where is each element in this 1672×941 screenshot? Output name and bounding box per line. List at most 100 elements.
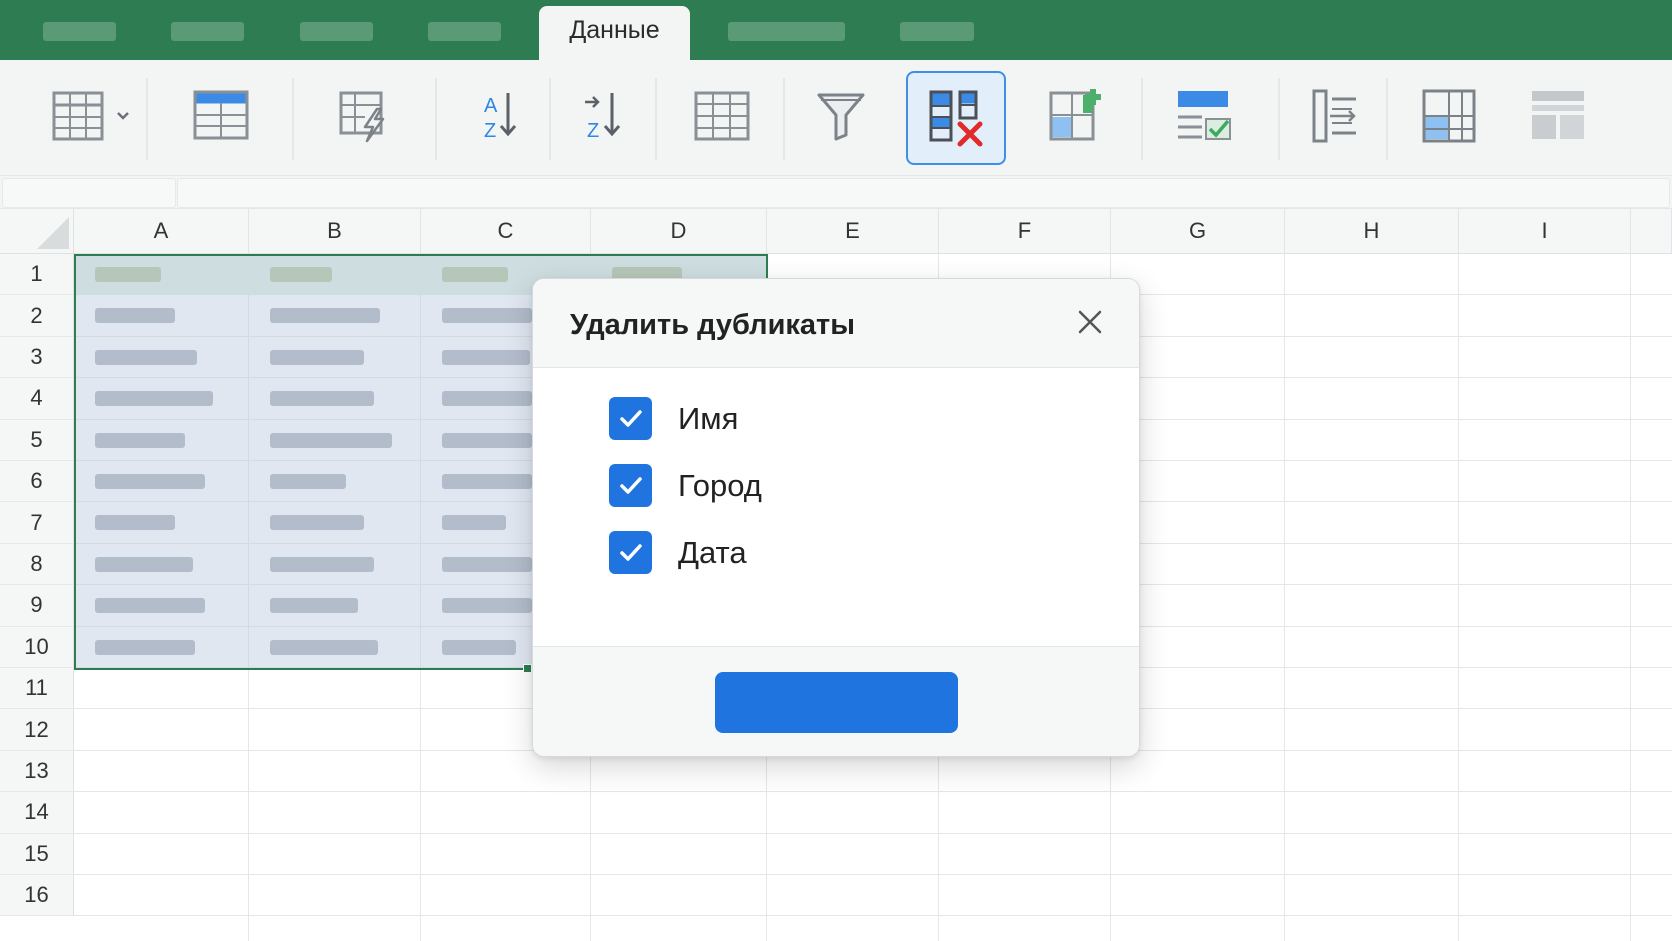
checkbox-date[interactable] (609, 531, 652, 574)
column-header[interactable]: E (767, 209, 939, 254)
checkmark-icon (619, 543, 642, 561)
remove-duplicates-icon (929, 90, 983, 147)
sort-za-icon: Z (585, 93, 621, 142)
table-header-icon (193, 90, 249, 140)
remove-duplicates-button[interactable] (906, 71, 1006, 165)
row-header[interactable]: 2 (0, 295, 74, 337)
tab-placeholder[interactable] (171, 22, 244, 41)
cell-content-placeholder (95, 432, 185, 448)
filter-button[interactable] (806, 70, 876, 160)
row-header[interactable]: 6 (0, 461, 74, 503)
row-header[interactable]: 11 (0, 668, 74, 710)
formula-input[interactable] (177, 178, 1670, 208)
column-option-label: Имя (678, 400, 739, 436)
row-header[interactable]: 3 (0, 336, 74, 379)
ribbon-separator (435, 78, 437, 160)
column-option[interactable]: Город (609, 463, 762, 508)
column-header[interactable]: A (74, 209, 249, 254)
column-option-label: Дата (678, 534, 747, 570)
cell-content-placeholder (95, 598, 205, 614)
column-gridline (1630, 254, 1631, 941)
column-gridline (1458, 254, 1459, 941)
close-button[interactable] (1073, 305, 1107, 339)
table-icon (52, 91, 129, 141)
row-header[interactable]: 14 (0, 792, 74, 834)
row-header[interactable]: 13 (0, 750, 74, 793)
tab-placeholder[interactable] (300, 22, 373, 41)
sort-az-icon: A Z (484, 93, 517, 142)
column-option[interactable]: Имя (609, 396, 738, 441)
ribbon-separator (146, 78, 148, 160)
row-header[interactable]: 16 (0, 875, 74, 917)
checkbox-city[interactable] (609, 464, 652, 507)
checkmark-icon (619, 476, 642, 494)
cell-content-placeholder (95, 639, 195, 655)
formula-bar (0, 175, 1672, 209)
cell-content-placeholder (270, 391, 374, 407)
tab-placeholder[interactable] (900, 22, 974, 41)
column-header[interactable]: D (591, 209, 767, 254)
cell-content-placeholder (442, 391, 532, 407)
group-button[interactable] (1523, 70, 1593, 160)
sort-ascending-button[interactable]: A Z (464, 70, 534, 160)
tab-placeholder[interactable] (428, 22, 501, 41)
row-header[interactable]: 1 (0, 254, 74, 296)
text-to-columns-button[interactable] (1299, 70, 1369, 160)
column-gridline (1284, 254, 1285, 941)
ok-button[interactable] (715, 672, 958, 733)
tab-data[interactable]: Данные (539, 6, 1209, 60)
text-to-columns-icon (1312, 89, 1356, 143)
data-validation-button[interactable] (1170, 70, 1240, 160)
tab-placeholder[interactable] (728, 22, 845, 41)
column-header[interactable]: C (421, 209, 591, 254)
cell-content-placeholder (442, 267, 508, 282)
row-header[interactable]: 5 (0, 419, 74, 461)
dialog-header: Удалить дубликаты (533, 279, 1139, 368)
cell-content-placeholder (442, 639, 516, 655)
cell-content-placeholder (95, 474, 205, 489)
consolidate-button[interactable] (1043, 70, 1113, 160)
row-header[interactable]: 10 (0, 626, 74, 668)
cell-content-placeholder (95, 556, 193, 572)
column-header[interactable]: H (1285, 209, 1459, 254)
what-if-analysis-button[interactable] (1413, 70, 1483, 160)
column-header-overflow (1631, 209, 1672, 254)
remove-duplicates-dialog: Удалить дубликаты Имя Город Дата (532, 278, 1140, 757)
ribbon-toolbar: A Z Z (0, 60, 1672, 175)
row-header[interactable]: 7 (0, 502, 74, 544)
column-header[interactable]: G (1111, 209, 1285, 254)
checkbox-name[interactable] (609, 397, 652, 440)
validation-icon (1178, 91, 1231, 140)
column-option[interactable]: Дата (609, 530, 747, 575)
cell-content-placeholder (270, 598, 358, 614)
select-all-corner[interactable] (0, 209, 74, 254)
tab-placeholder[interactable] (43, 22, 116, 41)
dialog-title: Удалить дубликаты (570, 309, 856, 341)
row-header[interactable]: 9 (0, 585, 74, 627)
sort-descending-button[interactable]: Z (568, 70, 638, 160)
flash-fill-icon (339, 91, 385, 143)
row-header[interactable]: 12 (0, 709, 74, 751)
cell-content-placeholder (442, 556, 532, 572)
data-table-button[interactable] (686, 70, 756, 160)
row-header[interactable]: 4 (0, 378, 74, 420)
row-header[interactable]: 15 (0, 833, 74, 875)
table-header-button[interactable] (185, 70, 255, 160)
column-header[interactable]: F (939, 209, 1111, 254)
flash-fill-button[interactable] (330, 70, 400, 160)
column-header[interactable]: B (249, 209, 421, 254)
column-header[interactable]: I (1459, 209, 1631, 254)
table-dropdown-button[interactable] (40, 70, 155, 160)
row-gridline (74, 832, 1672, 834)
consolidate-icon (1049, 89, 1101, 141)
name-box[interactable] (2, 178, 176, 208)
ribbon-separator (783, 78, 785, 160)
cell-content-placeholder (442, 432, 532, 448)
group-icon (1532, 91, 1584, 139)
row-header[interactable]: 8 (0, 543, 74, 586)
close-icon (1078, 310, 1102, 334)
tab-data-label: Данные (569, 15, 660, 44)
fill-handle[interactable] (523, 664, 532, 673)
svg-text:Z: Z (587, 120, 599, 142)
filter-icon (817, 93, 865, 141)
